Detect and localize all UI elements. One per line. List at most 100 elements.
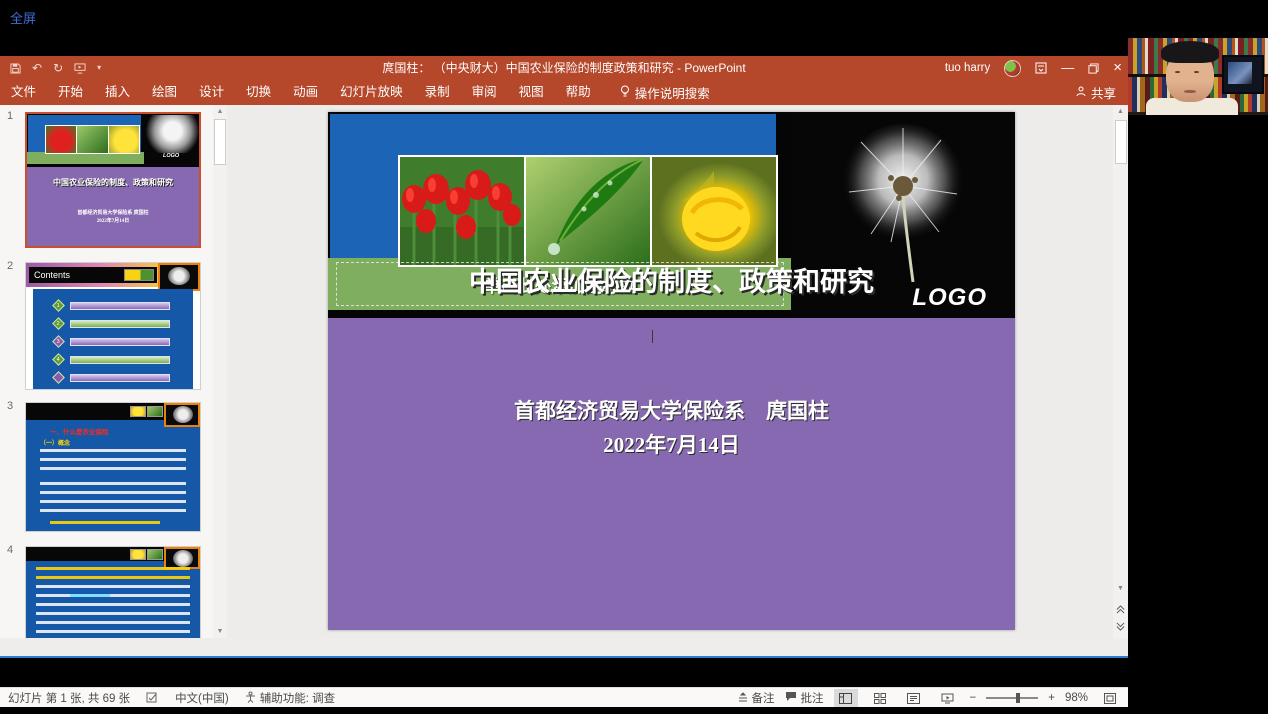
presenter-webcam-video[interactable] bbox=[1128, 38, 1268, 115]
tulips-photo bbox=[400, 157, 524, 265]
presenter-eye bbox=[1194, 71, 1199, 73]
normal-view-button[interactable] bbox=[834, 689, 858, 707]
slide-thumbnail-4[interactable] bbox=[25, 546, 201, 638]
slide-thumbnail-panel: 1 LOGO 中国农业保险的制度、政策和研究 首都经济贸易大学保险系 庹国柱 bbox=[0, 105, 227, 638]
slide-number: 2 bbox=[7, 260, 13, 272]
notes-icon bbox=[738, 692, 748, 705]
thumb2-small-photos bbox=[124, 269, 154, 281]
ribbon-display-options-icon[interactable] bbox=[1035, 62, 1047, 74]
thumb4-leaf-photo bbox=[147, 549, 163, 560]
tab-review[interactable]: 审阅 bbox=[461, 80, 508, 105]
tab-transitions[interactable]: 切换 bbox=[235, 80, 282, 105]
leaf-photo bbox=[526, 157, 650, 265]
language-status[interactable]: 中文(中国) bbox=[175, 690, 229, 706]
tab-design[interactable]: 设计 bbox=[188, 80, 235, 105]
thumb2-dandelion-frame bbox=[158, 263, 200, 291]
thumb3-dandelion-frame bbox=[164, 403, 200, 427]
screen: 全屏 ↶ ↻ ▾ 庹国柱： （中央财大）中国农业保险的制度政策和研究 - Pow… bbox=[0, 0, 1268, 714]
tab-help[interactable]: 帮助 bbox=[555, 80, 602, 105]
scrollbar-thumb[interactable] bbox=[214, 119, 226, 165]
thumb1-title: 中国农业保险的制度、政策和研究 bbox=[27, 177, 199, 188]
thumbnail-panel-scrollbar[interactable]: ▲ ▼ bbox=[213, 105, 227, 638]
thumb1-logo: LOGO bbox=[163, 153, 179, 159]
person-icon bbox=[1076, 86, 1086, 100]
tab-record[interactable]: 录制 bbox=[414, 80, 461, 105]
zoom-in-button[interactable]: + bbox=[1048, 692, 1055, 704]
titlebar-controls: tuo harry — × bbox=[945, 56, 1122, 80]
slide-sorter-view-button[interactable] bbox=[868, 689, 892, 707]
slide-thumbnail-3[interactable]: 一、什么是农业保险 （一）概念 bbox=[25, 402, 201, 532]
slide-thumbnail-2[interactable]: Contents 1 2 3 4 bbox=[25, 262, 201, 390]
search-label: 操作说明搜索 bbox=[635, 83, 710, 102]
scrollbar-thumb[interactable] bbox=[1115, 120, 1127, 164]
slide-editing-area: 单击此处添加副标题 LOGO bbox=[227, 105, 1128, 638]
yellow-flower-photo bbox=[652, 157, 776, 265]
title-bar: ↶ ↻ ▾ 庹国柱： （中央财大）中国农业保险的制度政策和研究 - PowerP… bbox=[0, 56, 1128, 80]
slide-number: 4 bbox=[7, 544, 13, 556]
tab-view[interactable]: 视图 bbox=[508, 80, 555, 105]
slide-area-scrollbar[interactable]: ▲ ▼ bbox=[1113, 105, 1128, 638]
tell-me-search[interactable]: 操作说明搜索 bbox=[620, 83, 710, 102]
zoom-slider[interactable] bbox=[986, 697, 1038, 699]
scroll-up-icon[interactable]: ▲ bbox=[213, 108, 227, 115]
scroll-up-icon[interactable]: ▲ bbox=[1113, 108, 1128, 115]
zoom-slider-thumb[interactable] bbox=[1016, 693, 1020, 703]
spellcheck-icon[interactable] bbox=[146, 692, 159, 704]
slide-thumbnail-1[interactable]: LOGO 中国农业保险的制度、政策和研究 首都经济贸易大学保险系 庹国柱 202… bbox=[25, 112, 201, 248]
reading-view-button[interactable] bbox=[902, 689, 926, 707]
minimize-button[interactable]: — bbox=[1061, 56, 1074, 80]
thumb3-heading: 一、什么是农业保险 bbox=[50, 426, 109, 436]
fullscreen-button[interactable]: 全屏 bbox=[10, 8, 36, 27]
tab-home[interactable]: 开始 bbox=[47, 80, 94, 105]
thumb1-date: 2022年7月14日 bbox=[27, 217, 199, 224]
tab-draw[interactable]: 绘图 bbox=[141, 80, 188, 105]
notes-button[interactable]: 备注 bbox=[738, 690, 775, 706]
presenter-eye bbox=[1175, 71, 1180, 73]
thumb1-leaf-photo bbox=[77, 126, 107, 153]
thumb3-text-lines bbox=[40, 449, 186, 476]
dandelion-photo bbox=[791, 112, 1015, 282]
close-button[interactable]: × bbox=[1113, 56, 1122, 80]
background-monitor bbox=[1222, 55, 1264, 94]
thumb1-tulips-photo bbox=[46, 126, 76, 153]
ribbon-tab-row: 文件 开始 插入 绘图 设计 切换 动画 幻灯片放映 录制 审阅 视图 帮助 操… bbox=[0, 80, 1128, 105]
slide-photo-strip bbox=[398, 155, 778, 267]
thumb3-text-lines bbox=[50, 521, 160, 525]
tab-insert[interactable]: 插入 bbox=[94, 80, 141, 105]
thumb1-photos bbox=[45, 125, 140, 154]
tab-animations[interactable]: 动画 bbox=[282, 80, 329, 105]
accessibility-icon bbox=[245, 691, 256, 706]
account-avatar[interactable] bbox=[1004, 60, 1021, 77]
tab-slideshow[interactable]: 幻灯片放映 bbox=[329, 80, 414, 105]
share-button[interactable]: 共享 bbox=[1076, 80, 1116, 105]
restore-button[interactable] bbox=[1088, 63, 1099, 74]
fit-slide-to-window-button[interactable] bbox=[1098, 689, 1122, 707]
previous-slide-button[interactable] bbox=[1113, 605, 1128, 616]
thumb4-text-lines bbox=[36, 585, 190, 638]
next-slide-button[interactable] bbox=[1113, 622, 1128, 633]
scroll-down-icon[interactable]: ▼ bbox=[213, 628, 227, 635]
slide-title[interactable]: 中国农业保险的制度、政策和研究 bbox=[328, 260, 1015, 299]
comment-icon bbox=[785, 691, 797, 705]
account-name[interactable]: tuo harry bbox=[945, 62, 990, 74]
status-bar: 幻灯片 第 1 张, 共 69 张 中文(中国) 辅助功能: 调查 备注 bbox=[0, 687, 1128, 707]
thumb4-text-lines bbox=[36, 567, 190, 580]
slide-date-line[interactable]: 2022年7月14日 bbox=[328, 429, 1015, 459]
presenter-mouth bbox=[1184, 90, 1196, 93]
text-cursor bbox=[652, 330, 653, 343]
tab-file[interactable]: 文件 bbox=[0, 80, 47, 105]
presenter-hair bbox=[1161, 41, 1219, 63]
share-label: 共享 bbox=[1091, 83, 1116, 102]
slide-counter[interactable]: 幻灯片 第 1 张, 共 69 张 bbox=[8, 690, 130, 706]
thumb1-dandelion bbox=[146, 115, 199, 153]
current-slide-canvas[interactable]: 单击此处添加副标题 LOGO bbox=[328, 112, 1015, 630]
zoom-out-button[interactable]: − bbox=[970, 692, 977, 704]
slide-number: 3 bbox=[7, 400, 13, 412]
accessibility-status[interactable]: 辅助功能: 调查 bbox=[245, 690, 335, 706]
slide-author-line[interactable]: 首都经济贸易大学保险系 庹国柱 bbox=[328, 395, 1015, 425]
thumb1-yellow-flower-photo bbox=[109, 126, 139, 153]
scroll-down-icon[interactable]: ▼ bbox=[1113, 585, 1128, 592]
comments-button[interactable]: 批注 bbox=[785, 690, 824, 706]
slideshow-view-button[interactable] bbox=[936, 689, 960, 707]
zoom-level[interactable]: 98% bbox=[1065, 692, 1088, 704]
